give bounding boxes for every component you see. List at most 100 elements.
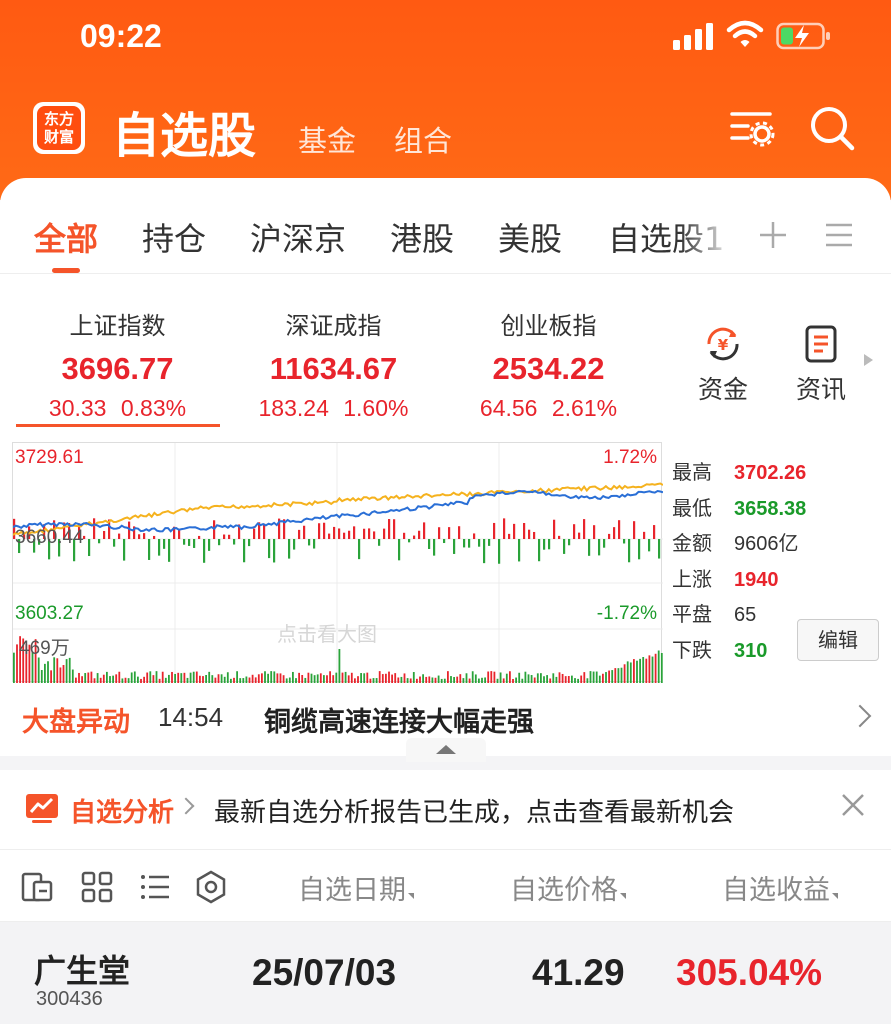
volume-bar — [608, 670, 610, 683]
flow-bar — [498, 539, 501, 564]
tab-all[interactable]: 全部 — [34, 214, 98, 260]
volume-bar — [642, 657, 645, 683]
volume-bar — [217, 674, 220, 683]
header-link-fund[interactable]: 基金 — [298, 118, 356, 160]
volume-bar — [251, 674, 254, 683]
volume-bar — [68, 657, 71, 683]
flow-bar — [233, 539, 236, 545]
search-icon[interactable] — [808, 104, 856, 152]
volume-bar — [657, 650, 660, 683]
flow-bar — [598, 539, 601, 556]
news-icon — [805, 325, 837, 363]
close-icon[interactable] — [838, 790, 868, 820]
grid-view-icon[interactable] — [80, 870, 114, 904]
intraday-chart[interactable]: 3729.61 3660.44 3603.27 1.72% -1.72% 469… — [12, 442, 663, 683]
volume-bar — [605, 672, 607, 683]
tab-hushenjing[interactable]: 沪深京 — [250, 214, 346, 260]
volume-bar — [223, 676, 226, 683]
flow-bar — [93, 518, 96, 539]
volume-bar — [465, 673, 468, 683]
tab-holdings[interactable]: 持仓 — [142, 214, 206, 260]
volume-bar — [350, 672, 353, 683]
tab-hk[interactable]: 港股 — [390, 214, 454, 260]
edit-button[interactable]: 编辑 — [797, 619, 879, 661]
flow-bar — [643, 531, 646, 539]
watchlist-analysis-banner[interactable]: 自选分析 最新自选分析报告已生成，点击查看最新机会 — [0, 770, 891, 850]
column-watch-price[interactable]: 自选价格 — [510, 868, 626, 907]
more-arrow-icon[interactable] — [864, 354, 873, 366]
volume-bar — [109, 676, 111, 683]
settings-menu-icon[interactable] — [728, 104, 776, 152]
volume-bar — [546, 675, 548, 683]
flow-bar — [303, 525, 306, 539]
header-link-portfolio[interactable]: 组合 — [394, 118, 452, 160]
volume-bar — [595, 671, 598, 683]
volume-bar — [592, 671, 595, 683]
column-watch-date[interactable]: 自选日期 — [298, 868, 414, 907]
volume-bar — [326, 675, 328, 683]
news-button[interactable]: 资讯 — [786, 324, 856, 406]
flow-bar — [268, 539, 271, 559]
flow-bar — [228, 534, 231, 539]
flow-bar — [603, 539, 606, 548]
flow-bar — [543, 539, 546, 550]
collapse-button[interactable] — [406, 738, 486, 762]
volume-bar — [471, 671, 474, 683]
volume-bar — [527, 674, 530, 683]
settings-hexagon-icon[interactable] — [194, 870, 228, 904]
tab-us[interactable]: 美股 — [498, 214, 562, 260]
volume-bar — [292, 671, 294, 683]
volume-bar — [381, 674, 384, 683]
flow-bar — [653, 525, 656, 539]
volume-bar — [633, 659, 635, 683]
volume-bar — [543, 676, 545, 683]
index-shanghai[interactable]: 上证指数 3696.77 30.33 0.83% — [10, 306, 225, 422]
volume-bar — [87, 672, 90, 683]
volume-bar — [416, 678, 418, 683]
flow-bar — [433, 539, 436, 556]
volume-bar — [378, 671, 381, 683]
volume-bar — [574, 678, 576, 683]
volume-bar — [481, 677, 483, 683]
flow-bar — [453, 539, 456, 554]
tab-menu-icon[interactable] — [824, 222, 854, 248]
flow-bar — [98, 539, 101, 544]
volume-bar — [447, 671, 449, 683]
stock-watch-return: 305.04% — [676, 952, 823, 993]
flow-bar — [628, 539, 631, 563]
volume-bar — [505, 673, 508, 683]
volume-bar — [397, 677, 400, 683]
analysis-label: 自选分析 — [70, 798, 175, 828]
volume-bar — [149, 671, 152, 683]
volume-bar — [81, 676, 83, 683]
flow-bar — [493, 522, 496, 539]
index-chinext[interactable]: 创业板指 2534.22 64.56 2.61% — [441, 306, 656, 422]
capital-flow-button[interactable]: ¥ 资金 — [688, 324, 758, 406]
flow-bar — [473, 533, 476, 539]
add-tab-icon[interactable] — [758, 220, 788, 250]
volume-bar — [660, 653, 663, 683]
flow-bar — [373, 531, 376, 539]
volume-bar — [487, 671, 490, 683]
volume-bar — [496, 678, 499, 683]
cellular-signal-icon — [673, 23, 713, 50]
volume-bar — [96, 673, 99, 683]
flow-bar — [568, 539, 571, 546]
active-tab-indicator — [52, 268, 80, 273]
volume-bar — [521, 678, 524, 683]
list-view-icon[interactable] — [138, 870, 172, 904]
index-shenzhen[interactable]: 深证成指 11634.67 183.24 1.60% — [226, 306, 441, 422]
volume-bar — [540, 673, 542, 683]
volume-bar — [164, 677, 167, 683]
export-icon[interactable] — [20, 870, 54, 904]
flow-bar — [538, 539, 541, 562]
table-row[interactable]: 广生堂 300436 25/07/03 41.29 305.04% — [0, 922, 891, 1024]
flow-bar — [223, 534, 226, 539]
volume-bar — [344, 671, 347, 683]
volume-bar — [499, 672, 502, 683]
volume-bar — [552, 673, 555, 683]
volume-bar — [59, 667, 62, 683]
column-watch-return[interactable]: 自选收益 — [722, 868, 838, 907]
volume-bar — [571, 675, 573, 683]
volume-bar — [583, 672, 586, 683]
